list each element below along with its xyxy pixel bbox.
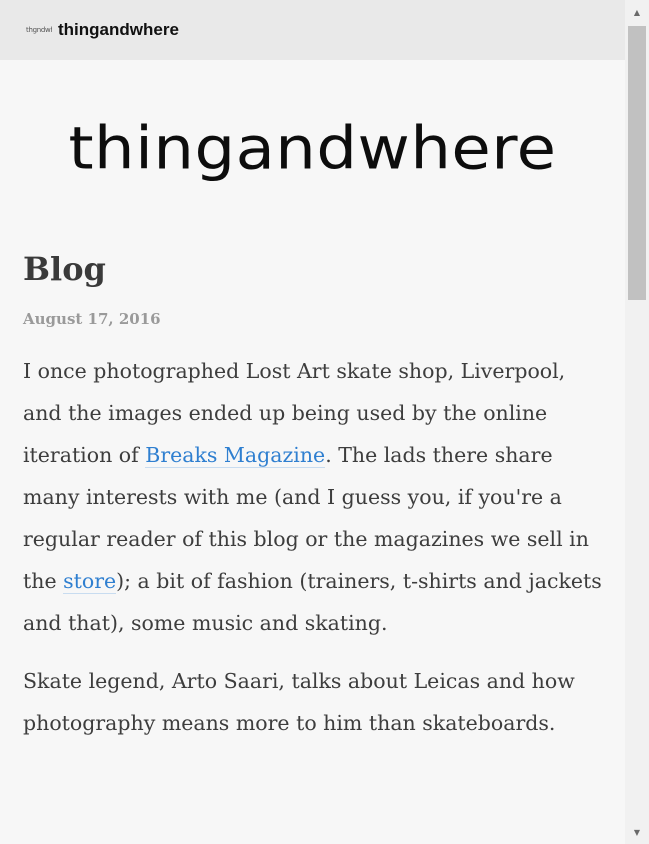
page-content: thingandwhere Blog August 17, 2016 I onc… [0, 60, 625, 844]
store-link[interactable]: store [63, 569, 117, 594]
post-date: August 17, 2016 [23, 310, 161, 328]
triangle-up-icon[interactable]: ▲ [625, 0, 649, 24]
paragraph-text: Skate legend, Arto Saari, talks about Le… [23, 669, 575, 735]
site-header-bar: thgndwhre thingandwhere [0, 0, 625, 60]
post-paragraph: Skate legend, Arto Saari, talks about Le… [23, 660, 603, 744]
page-title: Blog [23, 250, 106, 288]
browser-viewport: thgndwhre thingandwhere thingandwhere Bl… [0, 0, 649, 844]
breaks-magazine-link[interactable]: Breaks Magazine [145, 443, 326, 468]
site-logo[interactable]: thingandwhere [0, 108, 625, 191]
site-name-link[interactable]: thingandwhere [58, 20, 179, 40]
post-paragraph: I once photographed Lost Art skate shop,… [23, 350, 603, 644]
site-favicon-icon: thgndwhre [26, 26, 52, 34]
triangle-down-icon[interactable]: ▼ [625, 820, 649, 844]
post-body: I once photographed Lost Art skate shop,… [23, 350, 603, 760]
vertical-scrollbar[interactable]: ▲ ▼ [625, 0, 649, 844]
scrollbar-thumb[interactable] [628, 26, 646, 300]
